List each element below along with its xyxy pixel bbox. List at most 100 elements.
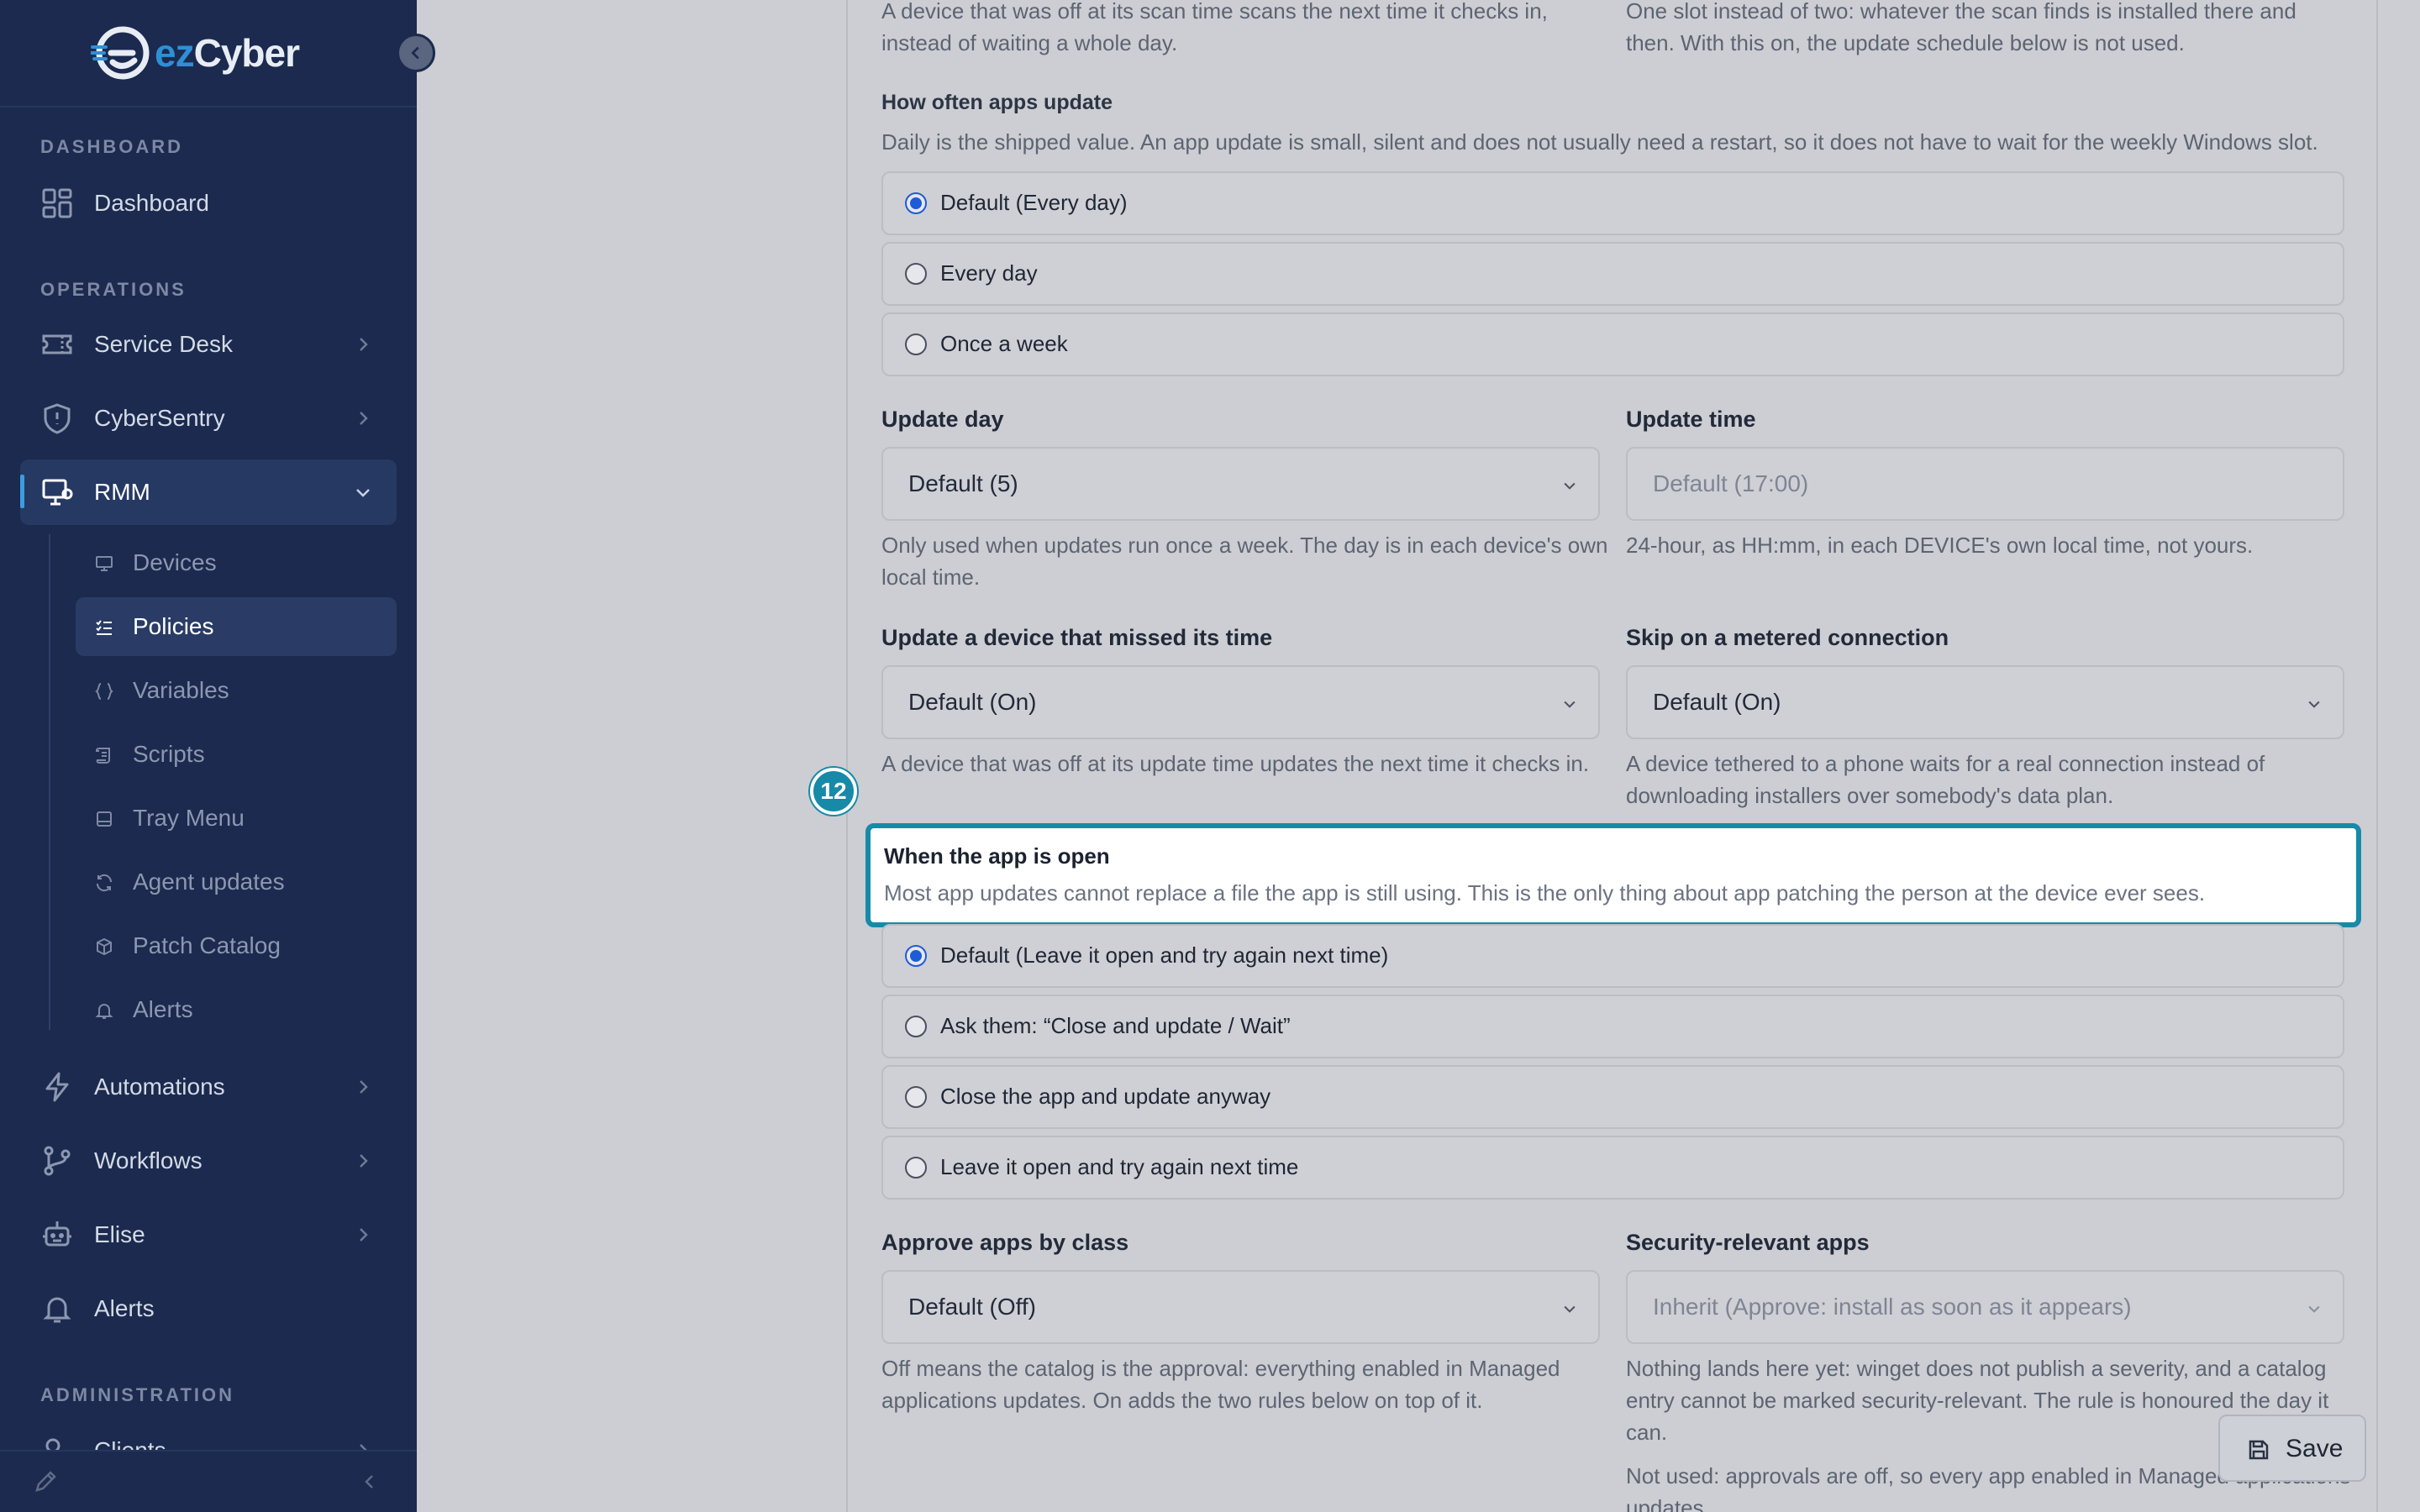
sidebar-item-automations[interactable]: Automations: [20, 1054, 397, 1120]
package-icon: [97, 937, 112, 956]
radio-label: Leave it open and try again next time: [940, 1154, 1299, 1179]
sidebar-item-elise[interactable]: Elise: [20, 1202, 397, 1268]
how-often-option-once-a-week[interactable]: Once a week: [881, 312, 2344, 376]
metered-help: A device tethered to a phone waits for a…: [1626, 751, 2265, 808]
section-label-operations: OPERATIONS: [40, 279, 187, 300]
sidebar-item-label: Service Desk: [94, 331, 233, 357]
missed-time-help: A device that was off at its update time…: [881, 751, 1590, 776]
missed-scan-help: A device that was off at its scan time s…: [881, 0, 1548, 55]
ezcyber-logo[interactable]: ezCyber: [91, 20, 300, 86]
sidebar-item-label: RMM: [94, 479, 150, 505]
update-time-help: 24-hour, as HH:mm, in each DEVICE's own …: [1626, 533, 2254, 558]
sidebar-item-label: Automations: [94, 1074, 225, 1100]
approve-class-label: Approve apps by class: [881, 1230, 1129, 1255]
chevron-right-icon: [360, 412, 368, 425]
missed-time-select[interactable]: Default (On): [881, 665, 1600, 739]
tray-icon: [97, 811, 112, 827]
radio[interactable]: [905, 1086, 927, 1108]
select-value: Default (On): [908, 689, 1037, 715]
chevron-right-icon: [360, 338, 368, 351]
how-often-option-every-day[interactable]: Every day: [881, 242, 2344, 306]
how-often-option-default[interactable]: Default (Every day): [881, 171, 2344, 235]
chevron-right-icon: [360, 1154, 368, 1168]
app-open-option-leave[interactable]: Leave it open and try again next time: [881, 1136, 2344, 1200]
security-apps-select[interactable]: Inherit (Approve: install as soon as it …: [1626, 1270, 2344, 1344]
git-branch-icon: [44, 1146, 71, 1176]
monitor-icon: [96, 556, 113, 571]
monitor-settings-icon: [42, 479, 73, 506]
chevron-left-icon: [411, 46, 419, 60]
how-often-label: How often apps update: [881, 91, 1113, 114]
radio[interactable]: [905, 1016, 927, 1037]
sidebar-item-rmm[interactable]: RMM: [20, 459, 397, 525]
missed-time-label: Update a device that missed its time: [881, 625, 1273, 650]
select-value: Default (Off): [908, 1294, 1036, 1320]
radio-label: Every day: [940, 260, 1038, 286]
sidebar-subitem-scripts[interactable]: Scripts: [76, 725, 397, 784]
save-button[interactable]: Save: [2218, 1415, 2366, 1482]
sidebar-item-workflows[interactable]: Workflows: [20, 1128, 397, 1194]
refresh-icon: [96, 874, 113, 892]
security-apps-label: Security-relevant apps: [1626, 1230, 1870, 1255]
update-time-input[interactable]: Default (17:00): [1626, 447, 2344, 521]
radio-selected[interactable]: [905, 945, 927, 967]
approve-class-help: Off means the catalog is the approval: e…: [881, 1356, 1560, 1413]
sidebar-item-label: Elise: [94, 1221, 145, 1247]
bell-icon: [95, 1004, 113, 1019]
tour-step-badge: 12: [810, 768, 857, 815]
sidebar-subitem-label: Variables: [133, 677, 229, 703]
logo-wordmark: ezCyber: [155, 31, 300, 75]
sidebar: ezCyber DASHBOARD Dashboard OPERATIONS S…: [0, 0, 417, 1512]
radio-label: Default (Every day): [940, 190, 1128, 215]
sidebar-item-label: Alerts: [94, 1295, 155, 1321]
sidebar-subitem-patch-catalog[interactable]: Patch Catalog: [76, 916, 397, 975]
sidebar-item-cybersentry[interactable]: CyberSentry: [20, 386, 397, 451]
radio-selected[interactable]: [905, 192, 927, 214]
chevron-down-icon: [2308, 1305, 2320, 1313]
radio[interactable]: [905, 333, 927, 355]
chevron-left-icon[interactable]: [360, 1472, 380, 1492]
approve-class-select[interactable]: Default (Off): [881, 1270, 1600, 1344]
shield-icon: [44, 403, 71, 434]
chevron-right-icon: [360, 1080, 368, 1094]
active-indicator: [20, 475, 24, 508]
app-open-option-ask[interactable]: Ask them: “Close and update / Wait”: [881, 995, 2344, 1058]
sidebar-subitem-alerts[interactable]: Alerts: [76, 980, 397, 1039]
app-open-label: When the app is open: [884, 843, 1110, 869]
radio-label: Ask them: “Close and update / Wait”: [940, 1013, 1291, 1038]
sidebar-item-alerts[interactable]: Alerts: [20, 1276, 397, 1341]
sidebar-subitem-label: Policies: [133, 613, 214, 639]
chevron-down-icon: [1564, 482, 1576, 490]
sidebar-subitem-agent-updates[interactable]: Agent updates: [76, 853, 397, 911]
ticket-icon: [42, 334, 72, 354]
how-often-help: Daily is the shipped value. An app updat…: [881, 129, 2318, 155]
sidebar-collapse-button[interactable]: [397, 34, 435, 72]
sidebar-subitem-policies[interactable]: Policies: [76, 597, 397, 656]
sidebar-item-label: Workflows: [94, 1147, 203, 1173]
sidebar-subitem-label: Devices: [133, 549, 217, 575]
app-open-option-close[interactable]: Close the app and update anyway: [881, 1065, 2344, 1129]
radio[interactable]: [905, 263, 927, 285]
sidebar-subitem-label: Tray Menu: [133, 805, 245, 831]
checklist-icon: [96, 620, 112, 635]
select-value: Inherit (Approve: install as soon as it …: [1653, 1294, 2132, 1320]
sidebar-subitem-variables[interactable]: Variables: [76, 661, 397, 720]
radio-label: Default (Leave it open and try again nex…: [940, 942, 1389, 968]
radio[interactable]: [905, 1157, 927, 1179]
section-label-administration: ADMINISTRATION: [40, 1384, 235, 1405]
app-open-help: Most app updates cannot replace a file t…: [884, 880, 2206, 906]
select-value: Default (On): [1653, 689, 1781, 715]
robot-icon: [43, 1221, 71, 1247]
sidebar-subitem-tray-menu[interactable]: Tray Menu: [76, 789, 397, 848]
sidebar-item-service-desk[interactable]: Service Desk: [20, 312, 397, 377]
metered-select[interactable]: Default (On): [1626, 665, 2344, 739]
bell-icon: [43, 1297, 71, 1323]
chevron-down-icon: [1564, 1305, 1576, 1313]
braces-icon: [95, 683, 113, 700]
ezcyber-logo-icon: [91, 26, 150, 80]
app-open-option-default[interactable]: Default (Leave it open and try again nex…: [881, 924, 2344, 988]
pencil-icon[interactable]: [32, 1468, 59, 1495]
update-day-select[interactable]: Default (5): [881, 447, 1600, 521]
sidebar-item-dashboard[interactable]: Dashboard: [20, 171, 397, 236]
sidebar-subitem-devices[interactable]: Devices: [76, 533, 397, 592]
